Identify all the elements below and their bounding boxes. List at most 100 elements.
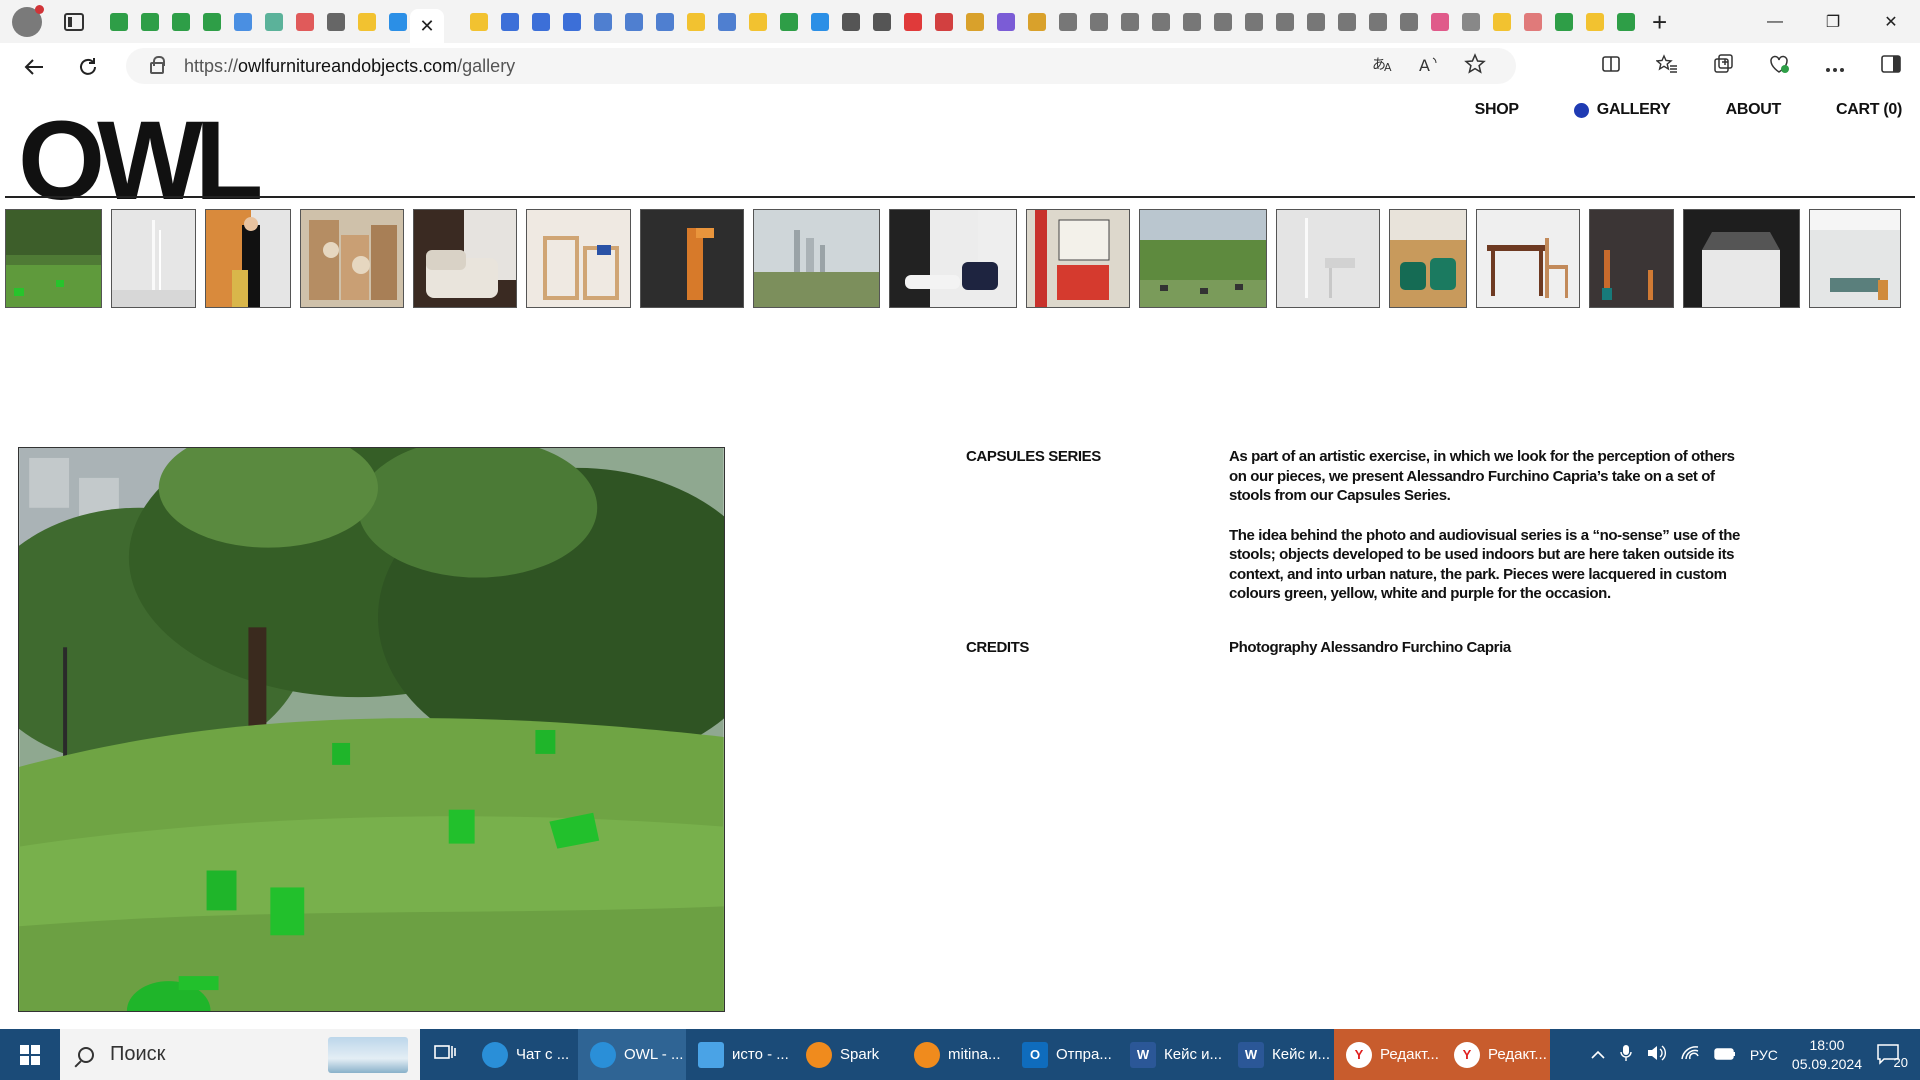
taskbar-app[interactable]: W Кейс и...	[1226, 1029, 1334, 1080]
profile-avatar-icon[interactable]	[12, 4, 44, 37]
gallery-thumbnail[interactable]	[205, 209, 291, 308]
read-aloud-icon[interactable]: A	[1418, 54, 1440, 79]
tab-favicon-icon[interactable]	[323, 9, 348, 34]
nav-shop[interactable]: SHOP	[1475, 101, 1519, 119]
tab-favicon-icon[interactable]	[106, 9, 131, 34]
restore-button[interactable]: ❐	[1804, 0, 1862, 43]
sidebar-toggle-icon[interactable]	[1872, 55, 1910, 79]
show-hidden-icons[interactable]	[1590, 1047, 1606, 1063]
tab-actions-icon[interactable]	[64, 12, 84, 31]
tab-favicon-icon[interactable]	[1613, 9, 1638, 34]
taskbar-app[interactable]: O Отпра...	[1010, 1029, 1118, 1080]
gallery-thumbnail[interactable]	[1026, 209, 1130, 308]
tab-favicon-icon[interactable]	[1024, 9, 1049, 34]
tab-favicon-icon[interactable]	[230, 9, 255, 34]
tab-favicon-icon[interactable]	[869, 9, 894, 34]
taskbar-app[interactable]: Чат с ...	[470, 1029, 578, 1080]
split-screen-icon[interactable]	[1592, 54, 1630, 80]
browser-essentials-icon[interactable]	[1760, 53, 1798, 81]
taskbar-app[interactable]: исто - ...	[686, 1029, 794, 1080]
minimize-button[interactable]: —	[1746, 0, 1804, 43]
taskbar-app[interactable]: Y Редакт...	[1334, 1029, 1442, 1080]
tab-favicon-icon[interactable]	[292, 9, 317, 34]
collections-icon[interactable]	[1704, 53, 1742, 81]
nav-about[interactable]: ABOUT	[1726, 101, 1782, 119]
tab-favicon-icon[interactable]	[1396, 9, 1421, 34]
new-tab-button[interactable]: +	[1652, 9, 1667, 35]
gallery-thumbnail[interactable]	[753, 209, 880, 308]
wifi-icon[interactable]	[1680, 1045, 1700, 1064]
start-button[interactable]	[0, 1029, 60, 1080]
taskbar-app[interactable]: Spark	[794, 1029, 902, 1080]
tab-favicon-icon[interactable]	[385, 9, 410, 34]
active-tab-close-icon[interactable]: ✕	[410, 9, 444, 43]
back-arrow-icon[interactable]	[14, 47, 54, 87]
gallery-thumbnail[interactable]	[1589, 209, 1674, 308]
tab-favicon-icon[interactable]	[1458, 9, 1483, 34]
tab-favicon-icon[interactable]	[1241, 9, 1266, 34]
tab-favicon-icon[interactable]	[1489, 9, 1514, 34]
tab-favicon-icon[interactable]	[1427, 9, 1452, 34]
tab-favicon-icon[interactable]	[1117, 9, 1142, 34]
task-view-icon[interactable]	[420, 1043, 470, 1067]
gallery-thumbnail[interactable]	[1276, 209, 1380, 308]
clock[interactable]: 18:00 05.09.2024	[1792, 1036, 1862, 1074]
nav-cart[interactable]: CART (0)	[1836, 101, 1902, 119]
lock-icon[interactable]	[150, 56, 165, 74]
address-bar[interactable]: https://owlfurnitureandobjects.com/galle…	[126, 48, 1516, 84]
tab-favicon-icon[interactable]	[528, 9, 553, 34]
tab-favicon-icon[interactable]	[1303, 9, 1328, 34]
tab-favicon-icon[interactable]	[1179, 9, 1204, 34]
tab-favicon-icon[interactable]	[900, 9, 925, 34]
tab-favicon-icon[interactable]	[1148, 9, 1173, 34]
more-options-icon[interactable]	[1816, 56, 1854, 79]
gallery-thumbnail[interactable]	[1683, 209, 1800, 308]
gallery-thumbnail[interactable]	[889, 209, 1017, 308]
taskbar-app[interactable]: Y Редакт...	[1442, 1029, 1550, 1080]
gallery-thumbnail[interactable]	[1139, 209, 1267, 308]
tab-favicon-icon[interactable]	[993, 9, 1018, 34]
taskbar-app[interactable]: mitina...	[902, 1029, 1010, 1080]
gallery-thumbnail[interactable]	[1809, 209, 1901, 308]
tab-favicon-icon[interactable]	[1582, 9, 1607, 34]
tab-favicon-icon[interactable]	[137, 9, 162, 34]
translate-icon[interactable]: あA	[1372, 54, 1394, 79]
taskbar-search[interactable]: Поиск	[60, 1029, 420, 1080]
tab-favicon-icon[interactable]	[807, 9, 832, 34]
tab-favicon-icon[interactable]	[1210, 9, 1235, 34]
tab-favicon-icon[interactable]	[652, 9, 677, 34]
tab-favicon-icon[interactable]	[931, 9, 956, 34]
microphone-icon[interactable]	[1620, 1044, 1632, 1065]
tab-favicon-icon[interactable]	[559, 9, 584, 34]
taskbar-app[interactable]: W Кейс и...	[1118, 1029, 1226, 1080]
tab-favicon-icon[interactable]	[714, 9, 739, 34]
tab-favicon-icon[interactable]	[497, 9, 522, 34]
tab-favicon-icon[interactable]	[776, 9, 801, 34]
tab-favicon-icon[interactable]	[1272, 9, 1297, 34]
favorites-list-icon[interactable]	[1648, 54, 1686, 80]
tab-favicon-icon[interactable]	[261, 9, 286, 34]
input-language[interactable]: РУС	[1750, 1047, 1778, 1063]
tab-favicon-icon[interactable]	[838, 9, 863, 34]
tab-favicon-icon[interactable]	[1520, 9, 1545, 34]
gallery-thumbnail[interactable]	[5, 209, 102, 308]
gallery-thumbnail[interactable]	[640, 209, 744, 308]
url-text[interactable]: https://owlfurnitureandobjects.com/galle…	[184, 56, 515, 77]
gallery-thumbnail[interactable]	[1389, 209, 1467, 308]
nav-gallery[interactable]: GALLERY	[1573, 101, 1671, 119]
tab-favicon-icon[interactable]	[683, 9, 708, 34]
gallery-thumbnail[interactable]	[111, 209, 196, 308]
hero-gallery-image[interactable]	[18, 447, 725, 1012]
volume-icon[interactable]	[1646, 1044, 1666, 1065]
tab-favicon-icon[interactable]	[590, 9, 615, 34]
tab-favicon-icon[interactable]	[1365, 9, 1390, 34]
favorite-star-icon[interactable]	[1464, 52, 1486, 80]
gallery-thumbnail[interactable]	[413, 209, 517, 308]
tab-favicon-icon[interactable]	[1334, 9, 1359, 34]
tab-favicon-icon[interactable]	[745, 9, 770, 34]
taskbar-app[interactable]: OWL - ...	[578, 1029, 686, 1080]
tab-favicon-icon[interactable]	[1551, 9, 1576, 34]
tab-favicon-icon[interactable]	[168, 9, 193, 34]
owl-logo[interactable]: OWL	[18, 105, 263, 217]
tab-favicon-icon[interactable]	[621, 9, 646, 34]
